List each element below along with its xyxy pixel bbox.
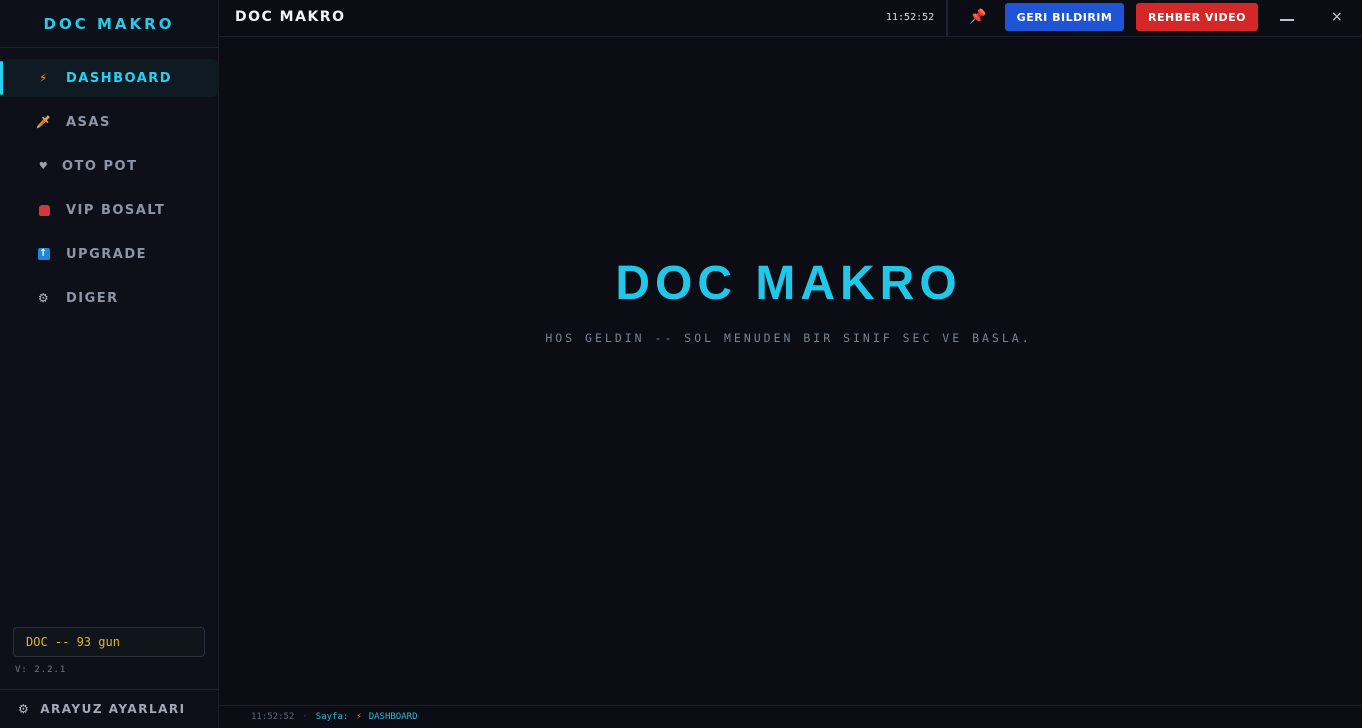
hero-title: DOC MAKRO — [615, 257, 962, 310]
interface-settings-button[interactable]: ⚙ ARAYUZ AYARLARI — [0, 689, 219, 728]
sidebar: DOC MAKRO ⚡ DASHBOARD 🗡 ASAS ♥ OTO POT V… — [0, 0, 219, 728]
sidebar-item-label: UPGRADE — [66, 246, 147, 262]
sword-icon: 🗡 — [35, 115, 53, 129]
divider — [946, 0, 948, 37]
clock: 11:52:52 — [886, 12, 935, 23]
status-separator: · — [302, 712, 308, 722]
lightning-icon: ⚡ — [356, 712, 362, 722]
sidebar-nav: ⚡ DASHBOARD 🗡 ASAS ♥ OTO POT VIP BOSALT … — [0, 59, 219, 323]
license-badge: DOC -- 93 gun — [13, 627, 205, 657]
pin-icon[interactable]: 📌 — [969, 9, 986, 25]
heart-icon: ♥ — [38, 160, 50, 172]
title-bar: DOC MAKRO 11:52:52 📌 GERI BILDIRIM REHBE… — [219, 0, 1362, 37]
sidebar-item-label: ASAS — [66, 114, 111, 130]
gear-icon: ⚙ — [18, 702, 31, 716]
sidebar-item-diger[interactable]: ⚙ DIGER — [0, 279, 219, 317]
sidebar-brand: DOC MAKRO — [0, 0, 218, 48]
sidebar-item-dashboard[interactable]: ⚡ DASHBOARD — [0, 59, 219, 97]
sidebar-item-upgrade[interactable]: ↑ UPGRADE — [0, 235, 219, 273]
sidebar-item-label: DIGER — [66, 290, 119, 306]
hero-subtitle: HOS GELDIN -- SOL MENUDEN BIR SINIF SEC … — [545, 331, 1032, 345]
sidebar-item-label: DASHBOARD — [66, 70, 173, 86]
sidebar-item-asas[interactable]: 🗡 ASAS — [0, 103, 219, 141]
close-icon[interactable]: × — [1331, 9, 1343, 25]
sidebar-item-oto-pot[interactable]: ♥ OTO POT — [0, 147, 219, 185]
sidebar-item-label: VIP BOSALT — [66, 202, 166, 218]
sidebar-item-label: OTO POT — [62, 158, 138, 174]
gear-icon: ⚙ — [37, 291, 51, 305]
status-bar: 11:52:52 · Sayfa: ⚡ DASHBOARD — [219, 705, 1362, 728]
app-window: DOC MAKRO ⚡ DASHBOARD 🗡 ASAS ♥ OTO POT V… — [0, 0, 1362, 728]
settings-label: ARAYUZ AYARLARI — [40, 702, 186, 716]
window-title: DOC MAKRO — [235, 9, 346, 25]
up-arrow-icon: ↑ — [38, 248, 50, 260]
status-page-label: Sayfa: — [315, 712, 349, 722]
bag-icon — [36, 204, 52, 216]
guide-video-button[interactable]: REHBER VIDEO — [1136, 3, 1258, 31]
version-label: V: 2.2.1 — [15, 665, 67, 675]
sidebar-item-vip-bosalt[interactable]: VIP BOSALT — [0, 191, 219, 229]
minimize-icon[interactable] — [1280, 19, 1294, 21]
lightning-icon: ⚡ — [39, 71, 49, 85]
dashboard-content: DOC MAKRO HOS GELDIN -- SOL MENUDEN BIR … — [219, 38, 1362, 705]
status-page-value: DASHBOARD — [368, 712, 418, 722]
feedback-button[interactable]: GERI BILDIRIM — [1005, 3, 1124, 31]
status-time: 11:52:52 — [251, 712, 295, 722]
